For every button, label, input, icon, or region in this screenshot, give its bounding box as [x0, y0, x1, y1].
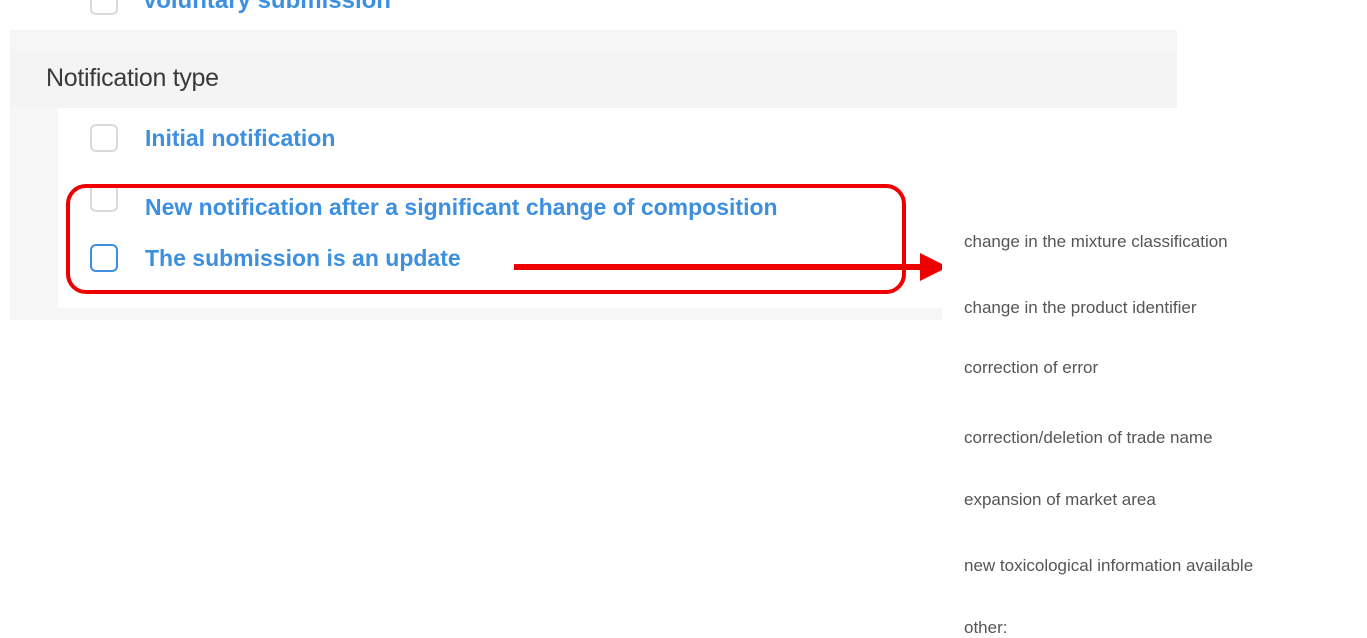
update-reasons-list: change in the mixture classification cha…	[942, 208, 1367, 637]
list-item[interactable]: correction/deletion of trade name	[964, 428, 1213, 448]
list-item[interactable]: new toxicological information available	[964, 556, 1253, 576]
list-item[interactable]: other:	[964, 618, 1007, 638]
list-item[interactable]: change in the product identifier	[964, 298, 1197, 318]
list-item[interactable]: expansion of market area	[964, 490, 1156, 510]
list-item[interactable]: change in the mixture classification	[964, 232, 1228, 252]
list-item[interactable]: correction of error	[964, 358, 1098, 378]
